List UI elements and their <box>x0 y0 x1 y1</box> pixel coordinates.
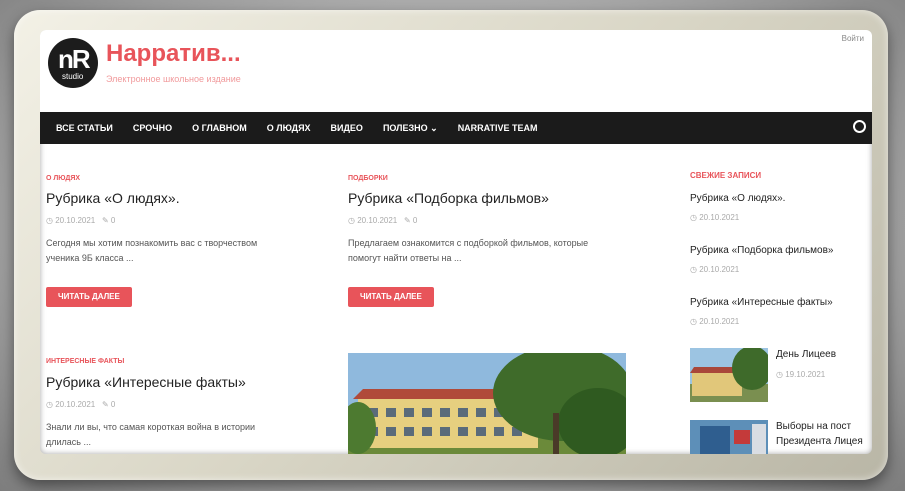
post-2-title[interactable]: Рубрика «Подборка фильмов» <box>348 190 549 206</box>
post-3-meta: ◷ 20.10.2021 ✎ 0 <box>46 400 115 409</box>
post-3-date: 20.10.2021 <box>55 400 96 409</box>
post-1-category[interactable]: О ЛЮДЯХ <box>46 175 80 182</box>
post-2-meta: ◷ 20.10.2021 ✎ 0 <box>348 216 417 225</box>
post-1-title[interactable]: Рубрика «О людях». <box>46 190 180 206</box>
nav-all-articles[interactable]: ВСЕ СТАТЬИ <box>56 123 113 133</box>
site-tagline: Электронное школьное издание <box>106 74 241 84</box>
site-title[interactable]: Нарратив... <box>106 40 241 68</box>
nav-video[interactable]: ВИДЕО <box>331 123 363 133</box>
clock-icon: ◷ <box>690 317 697 326</box>
lyceum-day-image <box>690 348 768 402</box>
post-2-comments[interactable]: 0 <box>413 216 417 225</box>
nav-people[interactable]: О ЛЮДЯХ <box>267 123 311 133</box>
post-4-image[interactable] <box>348 353 626 454</box>
post-1-excerpt-line-1: Сегодня мы хотим познакомить вас с творч… <box>46 238 258 248</box>
post-3-comments[interactable]: 0 <box>111 400 115 409</box>
sidebar-item-4-title[interactable]: День Лицеев <box>776 349 836 360</box>
sidebar-item-5-title-line-2[interactable]: Президента Лицея <box>776 436 863 447</box>
post-1-excerpt-line-2: ученика 9Б класса ... <box>46 253 134 263</box>
post-2-excerpt-line-2: помогут найти ответы на ... <box>348 253 462 263</box>
post-1-comments[interactable]: 0 <box>111 216 115 225</box>
post-2-read-more-button[interactable]: ЧИТАТЬ ДАЛЕЕ <box>348 287 434 307</box>
post-3-title[interactable]: Рубрика «Интересные факты» <box>46 374 246 390</box>
post-2-date: 20.10.2021 <box>357 216 398 225</box>
sidebar-item-2-meta: ◷ 20.10.2021 <box>690 265 739 274</box>
post-3-excerpt: Знали ли вы, что самая короткая война в … <box>46 420 316 450</box>
sidebar-heading: СВЕЖИЕ ЗАПИСИ <box>690 171 762 180</box>
sidebar-item-4-date: 19.10.2021 <box>785 370 826 379</box>
post-2-excerpt-line-1: Предлагаем ознакомится с подборкой фильм… <box>348 238 589 248</box>
post-3-excerpt-line-2: длилась ... <box>46 437 91 447</box>
post-1-read-more-button[interactable]: ЧИТАТЬ ДАЛЕЕ <box>46 287 132 307</box>
sidebar-item-1-date: 20.10.2021 <box>699 213 740 222</box>
browser-screen: nR studio Нарратив... Электронное школьн… <box>40 30 872 454</box>
clock-icon: ◷ <box>348 216 355 225</box>
sidebar-item-4-meta: ◷ 19.10.2021 <box>776 370 825 379</box>
sidebar-item-2-title[interactable]: Рубрика «Подборка фильмов» <box>690 245 833 256</box>
election-image <box>690 420 768 454</box>
nav-useful[interactable]: ПОЛЕЗНО ⌄ <box>383 123 438 134</box>
sidebar-item-5-image[interactable] <box>690 420 768 454</box>
clock-icon: ◷ <box>46 400 53 409</box>
post-2-category[interactable]: ПОДБОРКИ <box>348 175 388 182</box>
clock-icon: ◷ <box>776 370 783 379</box>
comment-icon: ✎ <box>101 400 109 409</box>
clock-icon: ◷ <box>690 213 697 222</box>
nav-main[interactable]: О ГЛАВНОМ <box>192 123 247 133</box>
post-3-excerpt-line-1: Знали ли вы, что самая короткая война в … <box>46 422 256 432</box>
sidebar-item-2-date: 20.10.2021 <box>699 265 740 274</box>
logo-sub: studio <box>62 72 84 81</box>
post-1-excerpt: Сегодня мы хотим познакомить вас с творч… <box>46 236 316 266</box>
sidebar-item-3-date: 20.10.2021 <box>699 317 740 326</box>
sidebar-item-5-title-line-1[interactable]: Выборы на пост <box>776 421 851 432</box>
site-header: nR studio Нарратив... Электронное школьн… <box>40 30 872 112</box>
nav-team[interactable]: NARRATIVE TEAM <box>458 123 538 133</box>
nav-urgent[interactable]: СРОЧНО <box>133 123 172 133</box>
clock-icon: ◷ <box>690 265 697 274</box>
sidebar-item-4-image[interactable] <box>690 348 768 402</box>
post-3-category[interactable]: ИНТЕРЕСНЫЕ ФАКТЫ <box>46 358 124 365</box>
sidebar-item-1-meta: ◷ 20.10.2021 <box>690 213 739 222</box>
clock-icon: ◷ <box>46 216 53 225</box>
sidebar-item-1-title[interactable]: Рубрика «О людях». <box>690 193 785 204</box>
comment-icon: ✎ <box>101 216 109 225</box>
logo-mark: nR <box>58 44 91 74</box>
sidebar-item-3-title[interactable]: Рубрика «Интересные факты» <box>690 297 833 308</box>
main-nav: ВСЕ СТАТЬИ СРОЧНО О ГЛАВНОМ О ЛЮДЯХ ВИДЕ… <box>40 112 872 144</box>
post-1-meta: ◷ 20.10.2021 ✎ 0 <box>46 216 115 225</box>
site-logo[interactable]: nR studio <box>48 38 98 88</box>
school-building-image <box>348 353 626 454</box>
sidebar-item-3-meta: ◷ 20.10.2021 <box>690 317 739 326</box>
post-2-excerpt: Предлагаем ознакомится с подборкой фильм… <box>348 236 638 266</box>
comment-icon: ✎ <box>403 216 411 225</box>
post-1-date: 20.10.2021 <box>55 216 96 225</box>
search-icon[interactable] <box>853 120 866 133</box>
login-link[interactable]: Войти <box>842 34 864 43</box>
